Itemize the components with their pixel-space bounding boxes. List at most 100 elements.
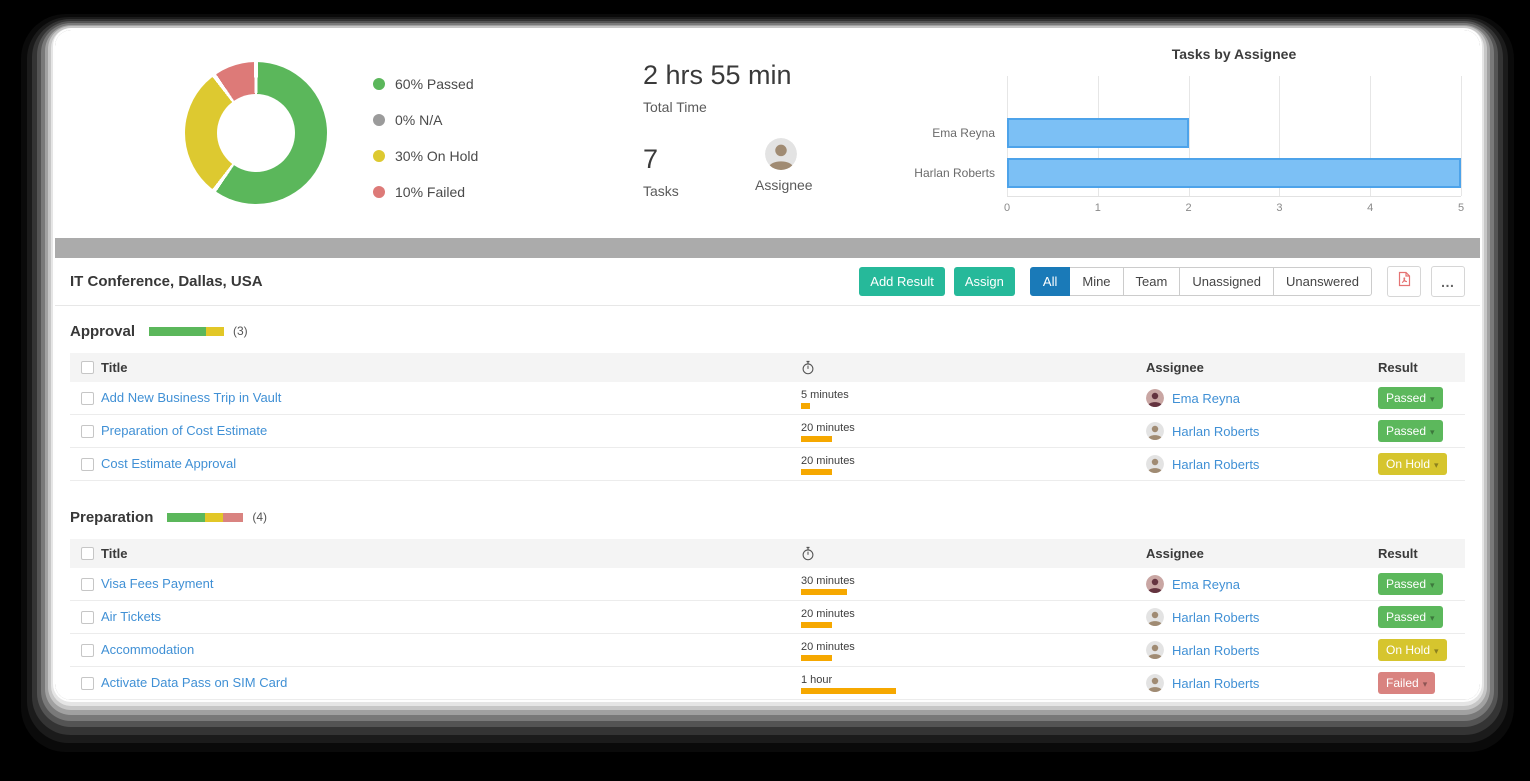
title-cell: Activate Data Pass on SIM Card [101, 674, 801, 692]
task-title-link[interactable]: Cost Estimate Approval [101, 456, 236, 471]
progress-segment [167, 513, 205, 522]
result-dropdown-button[interactable]: Failed▾ [1378, 672, 1435, 694]
time-estimate-label: 1 hour [801, 674, 1146, 686]
row-checkbox[interactable] [81, 677, 94, 690]
result-dropdown-button[interactable]: Passed▾ [1378, 387, 1443, 409]
result-label: Passed [1386, 391, 1426, 405]
x-axis-tick-label: 3 [1276, 202, 1282, 214]
header-checkbox-cell [70, 361, 101, 374]
time-estimate-label: 30 minutes [801, 575, 1146, 587]
assignee-avatar [1146, 389, 1164, 407]
table-row: Activate Data Pass on SIM Card 1 hour Harl… [70, 667, 1465, 700]
row-checkbox[interactable] [81, 425, 94, 438]
total-time-value: 2 hrs 55 min [643, 60, 792, 91]
title-cell: Preparation of Cost Estimate [101, 422, 801, 440]
column-header-result: Result [1378, 360, 1465, 375]
assignee-bar [1007, 118, 1189, 148]
time-cell: 30 minutes [801, 573, 1146, 595]
group-task-count: (4) [252, 510, 267, 524]
select-all-checkbox[interactable] [81, 547, 94, 560]
file-pdf-icon [1397, 271, 1412, 292]
time-estimate-label: 5 minutes [801, 389, 1146, 401]
progress-segment [205, 513, 223, 522]
title-cell: Air Tickets [101, 608, 801, 626]
table-row: Air Tickets 20 minutes Harlan Roberts Passe… [70, 601, 1465, 634]
table-row: Add New Business Trip in Vault 5 minutes E… [70, 382, 1465, 415]
result-dropdown-button[interactable]: Passed▾ [1378, 606, 1443, 628]
filter-button-unanswered[interactable]: Unanswered [1273, 267, 1372, 296]
task-groups: Approval(3)TitleAssigneeResultAdd New Bu… [55, 319, 1480, 700]
row-checkbox[interactable] [81, 611, 94, 624]
legend-label: 0% N/A [395, 112, 442, 128]
time-estimate-label: 20 minutes [801, 641, 1146, 653]
assignee-cell: Ema Reyna [1146, 389, 1378, 407]
assignee-link[interactable]: Harlan Roberts [1172, 424, 1259, 439]
task-title-link[interactable]: Accommodation [101, 642, 194, 657]
task-title-link[interactable]: Visa Fees Payment [101, 576, 213, 591]
task-title-link[interactable]: Add New Business Trip in Vault [101, 390, 281, 405]
result-label: Passed [1386, 610, 1426, 624]
time-cell: 1 hour [801, 672, 1146, 694]
filter-button-group: AllMineTeamUnassignedUnanswered [1030, 267, 1372, 296]
row-checkbox[interactable] [81, 644, 94, 657]
assignee-cell: Harlan Roberts [1146, 608, 1378, 626]
task-title-link[interactable]: Air Tickets [101, 609, 161, 624]
assignee-link[interactable]: Harlan Roberts [1172, 676, 1259, 691]
result-dropdown-button[interactable]: On Hold▾ [1378, 639, 1447, 661]
assignee-bar [1007, 158, 1461, 188]
result-label: Failed [1386, 676, 1419, 690]
column-header-assignee: Assignee [1146, 360, 1378, 375]
assignee-avatar [1146, 674, 1164, 692]
tasks-count-stat: 7 Tasks [643, 144, 679, 199]
filter-button-all[interactable]: All [1030, 267, 1070, 296]
legend-item: 30% On Hold [373, 138, 478, 174]
assignee-avatar [1146, 608, 1164, 626]
table-header-row: TitleAssigneeResult [70, 539, 1465, 568]
column-header-title: Title [101, 546, 801, 561]
time-estimate-label: 20 minutes [801, 608, 1146, 620]
column-header-title: Title [101, 360, 801, 375]
row-checkbox[interactable] [81, 578, 94, 591]
time-cell: 20 minutes [801, 639, 1146, 661]
group-header: Preparation (4) [70, 505, 1465, 529]
result-dropdown-button[interactable]: Passed▾ [1378, 573, 1443, 595]
legend-label: 30% On Hold [395, 148, 478, 164]
result-dropdown-button[interactable]: Passed▾ [1378, 420, 1443, 442]
total-time-stat: 2 hrs 55 min Total Time [643, 60, 792, 115]
assignee-cell: Harlan Roberts [1146, 455, 1378, 473]
result-dropdown-button[interactable]: On Hold▾ [1378, 453, 1447, 475]
row-checkbox[interactable] [81, 458, 94, 471]
table-row: Preparation of Cost Estimate20 minutesHa… [70, 415, 1465, 448]
table-row: Visa Fees Payment 30 minutes Ema Reyna Pass… [70, 568, 1465, 601]
assignee-link[interactable]: Harlan Roberts [1172, 643, 1259, 658]
filter-button-team[interactable]: Team [1123, 267, 1181, 296]
task-title-link[interactable]: Activate Data Pass on SIM Card [101, 675, 287, 690]
legend-item: 0% N/A [373, 102, 478, 138]
legend-label: 60% Passed [395, 76, 474, 92]
assign-button[interactable]: Assign [954, 267, 1015, 296]
filter-button-unassigned[interactable]: Unassigned [1179, 267, 1274, 296]
assignee-stat: Assignee [755, 138, 813, 193]
row-checkbox-cell [70, 458, 101, 471]
time-estimate-bar [801, 655, 832, 661]
time-estimate-bar [801, 622, 832, 628]
assignee-link[interactable]: Ema Reyna [1172, 577, 1240, 592]
more-actions-button[interactable]: … [1431, 266, 1465, 297]
assignee-link[interactable]: Harlan Roberts [1172, 610, 1259, 625]
select-all-checkbox[interactable] [81, 361, 94, 374]
group-name: Preparation [70, 509, 153, 526]
task-group: Approval(3)TitleAssigneeResultAdd New Bu… [70, 319, 1465, 481]
app-window: 60% Passed0% N/A30% On Hold10% Failed 2 … [55, 30, 1480, 700]
assignee-link[interactable]: Harlan Roberts [1172, 457, 1259, 472]
result-cell: Passed▾ [1378, 387, 1465, 409]
add-result-button[interactable]: Add Result [859, 267, 945, 296]
task-title-link[interactable]: Preparation of Cost Estimate [101, 423, 267, 438]
result-cell: On Hold▾ [1378, 639, 1465, 661]
filter-button-mine[interactable]: Mine [1069, 267, 1123, 296]
export-pdf-button[interactable] [1387, 266, 1421, 297]
time-estimate-bar [801, 688, 896, 694]
assignee-link[interactable]: Ema Reyna [1172, 391, 1240, 406]
caret-down-icon: ▾ [1434, 460, 1439, 470]
tasks-count-label: Tasks [643, 183, 679, 199]
row-checkbox[interactable] [81, 392, 94, 405]
